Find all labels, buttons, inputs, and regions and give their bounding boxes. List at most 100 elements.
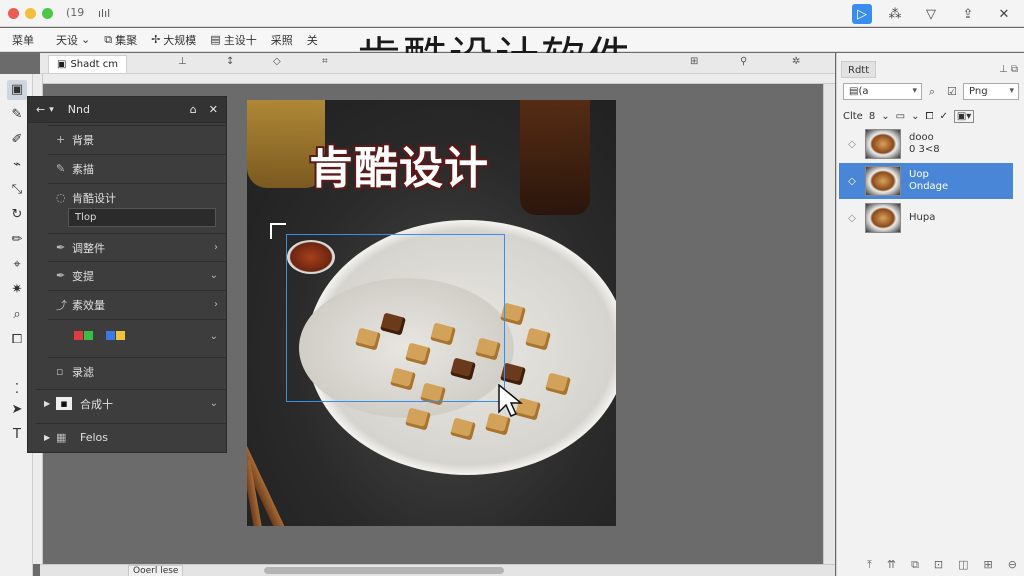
close-icon[interactable]: ✕ bbox=[209, 103, 218, 116]
stack-icon[interactable]: ⧉ bbox=[1011, 64, 1018, 75]
filter-icon[interactable]: ▽ bbox=[921, 4, 941, 24]
grid-icon[interactable]: ⁂ bbox=[885, 4, 905, 24]
chevron-down-icon[interactable]: ⌄ bbox=[911, 111, 919, 122]
chevron-right-icon: › bbox=[214, 242, 218, 253]
floating-panel: ← ▾ Nnd ⌂ ✕ + 背景 ✎ 素描 ◌ 肯酷设计 ✒ 调整件 › ✒ 变提 ⌄ ⤴ 素效… bbox=[27, 96, 227, 453]
layer-row-selected[interactable]: ◇ Uop Ondage bbox=[839, 163, 1013, 199]
layer-sub: Ondage bbox=[909, 181, 949, 192]
panel-row[interactable]: ▫ 录滤 bbox=[48, 357, 227, 385]
ruler-icon[interactable]: ⊥ bbox=[178, 56, 187, 67]
layer-row[interactable]: ◇ Hupa bbox=[839, 200, 1013, 236]
link-icon[interactable]: ⇈ bbox=[887, 558, 896, 572]
layer-name: Uop bbox=[909, 169, 929, 180]
menu-item-0[interactable]: 菜单 bbox=[12, 32, 34, 48]
close-icon[interactable]: ✕ bbox=[994, 4, 1014, 24]
bars-icon[interactable]: ılıl bbox=[98, 7, 110, 20]
selection-handle[interactable] bbox=[270, 223, 286, 239]
search-icon[interactable]: ⌕ bbox=[929, 85, 935, 99]
close-window-button[interactable] bbox=[8, 8, 19, 19]
panel-row[interactable]: ◌ 肯酷设计 bbox=[48, 183, 227, 211]
panel-row[interactable]: ✎ 素描 bbox=[48, 154, 227, 182]
link-icon[interactable]: ☑ bbox=[947, 85, 957, 98]
cursor-select-icon[interactable]: ▷ bbox=[852, 4, 872, 24]
tab-layers[interactable]: Rdtt bbox=[841, 61, 877, 78]
panel-row[interactable]: ▶ ▦ Felos bbox=[36, 423, 227, 451]
visibility-icon[interactable]: ◇ bbox=[839, 139, 865, 150]
group-icon[interactable]: ⊡ bbox=[934, 558, 943, 572]
home-icon[interactable]: ⌂ bbox=[190, 103, 197, 116]
minimize-window-button[interactable] bbox=[25, 8, 36, 19]
mask-icon[interactable]: ▣▾ bbox=[953, 109, 975, 123]
chevron-down-icon: ⌄ bbox=[209, 398, 218, 409]
delete-icon[interactable]: ⊖ bbox=[1008, 558, 1017, 572]
back-arrow-icon[interactable]: ← bbox=[36, 103, 45, 116]
plus-icon: + bbox=[56, 133, 66, 146]
menu-item-3[interactable]: ✢ 大规模 bbox=[151, 32, 196, 48]
option-value[interactable]: 8 bbox=[869, 111, 875, 122]
maximize-window-button[interactable] bbox=[42, 8, 53, 19]
magic-wand-icon[interactable]: ✷ bbox=[7, 280, 27, 300]
clone-icon[interactable]: ⌖ bbox=[7, 255, 27, 275]
format-select[interactable]: Png ▾ bbox=[963, 83, 1019, 100]
glass-image bbox=[520, 100, 590, 215]
document-tab[interactable]: ▣ Shadt cm bbox=[48, 55, 127, 73]
shape-icon[interactable]: ◇ bbox=[273, 56, 281, 67]
layer-name: dooo bbox=[909, 132, 934, 143]
align-icon[interactable]: ↕ bbox=[226, 56, 234, 67]
panel-row[interactable]: ✒ 变提 ⌄ bbox=[48, 261, 227, 289]
selection-box[interactable] bbox=[286, 234, 505, 402]
photo-title: 肯酷设计 bbox=[309, 143, 489, 194]
menu-item-6[interactable]: 关 bbox=[307, 32, 318, 48]
zoom-icon[interactable]: ⌕ bbox=[7, 305, 27, 325]
pin-icon[interactable]: ⤒ bbox=[867, 558, 872, 572]
eyedropper-icon[interactable]: ⤡ bbox=[7, 180, 27, 200]
crop-tool-icon[interactable]: ⧠ bbox=[7, 330, 27, 350]
check-icon[interactable]: ✓ bbox=[939, 111, 947, 122]
chevron-down-icon[interactable]: ▾ bbox=[49, 105, 54, 115]
brush-tool-icon[interactable]: ✐ bbox=[7, 130, 27, 150]
menu-item-5[interactable]: 采照 bbox=[271, 32, 293, 48]
pencil-icon: ✎ bbox=[56, 162, 66, 175]
folder-icon[interactable]: ▭ bbox=[896, 111, 905, 122]
pen-tool-icon[interactable]: ✎ bbox=[7, 105, 27, 125]
panel-row[interactable]: + 背景 bbox=[48, 125, 227, 153]
paint-icon[interactable]: ✏ bbox=[7, 230, 27, 250]
new-layer-icon[interactable]: ⧠ bbox=[925, 111, 933, 122]
export-icon[interactable]: ⇪ bbox=[958, 4, 978, 24]
layer-name-input[interactable]: Tlop bbox=[68, 208, 216, 227]
panel-tools: ⊥ ⧉ bbox=[999, 64, 1018, 75]
pin-icon[interactable]: ⊥ bbox=[999, 64, 1008, 75]
panel-row[interactable]: ▶ ▪ 合成十 ⌄ bbox=[36, 389, 227, 417]
adjust-icon[interactable]: ⧉ bbox=[911, 558, 919, 572]
color-swatches-row[interactable]: ⌄ bbox=[48, 319, 227, 353]
image-icon: ▣ bbox=[57, 59, 67, 70]
menu-item-1[interactable]: 天设 ⌄ bbox=[56, 32, 90, 48]
visibility-icon[interactable]: ◇ bbox=[839, 176, 865, 187]
blend-mode-select[interactable]: ▤(a ▾ bbox=[843, 83, 922, 100]
vertical-scrollbar[interactable] bbox=[823, 84, 835, 564]
move-tool-icon[interactable]: ▣ bbox=[7, 80, 27, 100]
link-icon[interactable]: ⚲ bbox=[740, 56, 747, 67]
panel-header: ← ▾ Nnd ⌂ ✕ bbox=[28, 97, 226, 123]
lasso-icon[interactable]: ↻ bbox=[7, 205, 27, 225]
layer-row[interactable]: ◇ dooo 0 3<8 bbox=[839, 126, 1013, 162]
text-tool-icon[interactable]: T bbox=[7, 425, 27, 445]
panel-row[interactable]: ✒ 调整件 › bbox=[48, 233, 227, 261]
visibility-icon[interactable]: ◇ bbox=[839, 213, 865, 224]
panel-row[interactable]: ⤴ 素效量 › bbox=[48, 290, 227, 318]
chevron-down-icon[interactable]: ⌄ bbox=[881, 111, 889, 122]
settings-icon[interactable]: ✲ bbox=[792, 56, 800, 67]
mask-icon[interactable]: ◫ bbox=[958, 558, 968, 572]
fill-tool-icon[interactable]: ⌁ bbox=[7, 155, 27, 175]
frame-icon: ⧉ bbox=[104, 32, 113, 46]
arrow-tool-icon[interactable]: ➤ bbox=[7, 400, 27, 420]
select-tool-icon[interactable]: ⁚ bbox=[7, 380, 27, 400]
horizontal-scrollbar[interactable] bbox=[264, 567, 504, 574]
add-icon[interactable]: ⊞ bbox=[984, 558, 993, 572]
menu-item-4[interactable]: ▤ 主设十 bbox=[210, 32, 256, 48]
crop-icon[interactable]: ⌗ bbox=[322, 56, 328, 67]
transform-icon[interactable]: ⊞ bbox=[690, 56, 698, 67]
menu-item-2[interactable]: ⧉ 集聚 bbox=[104, 32, 137, 48]
layers-footer: ⤒ ⇈ ⧉ ⊡ ◫ ⊞ ⊖ bbox=[867, 558, 1017, 572]
plus-icon: ✢ bbox=[151, 33, 161, 46]
